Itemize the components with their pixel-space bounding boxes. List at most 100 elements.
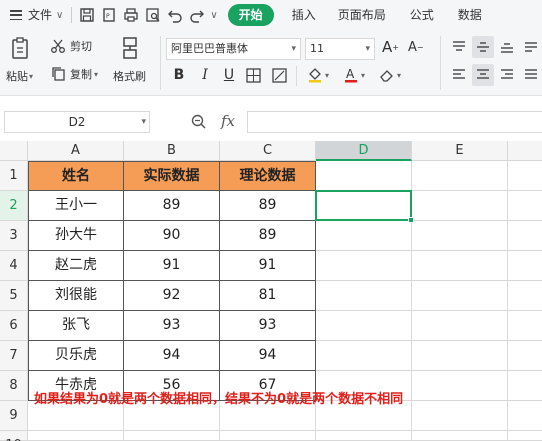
row-header-4[interactable]: 4 bbox=[0, 251, 28, 281]
align-center-icon[interactable] bbox=[472, 64, 494, 86]
underline-icon[interactable]: U bbox=[218, 64, 240, 86]
cell-a3[interactable]: 孙大牛 bbox=[28, 221, 124, 251]
cell-c7[interactable]: 94 bbox=[220, 341, 316, 371]
cell-b7[interactable]: 94 bbox=[124, 341, 220, 371]
column-header-d[interactable]: D bbox=[316, 141, 412, 161]
tab-page-layout[interactable]: 页面布局 bbox=[326, 0, 398, 30]
cell-a6[interactable]: 张飞 bbox=[28, 311, 124, 341]
italic-icon[interactable]: I bbox=[194, 64, 216, 86]
cell-e7[interactable] bbox=[412, 341, 508, 371]
fill-handle[interactable] bbox=[408, 217, 414, 223]
format-painter-button[interactable]: 格式刷 bbox=[113, 68, 146, 84]
cell-b5[interactable]: 92 bbox=[124, 281, 220, 311]
bold-icon[interactable]: B bbox=[168, 64, 190, 86]
row-header-6[interactable]: 6 bbox=[0, 311, 28, 341]
paste-dropdown-icon[interactable]: ▾ bbox=[29, 72, 33, 81]
column-header-f[interactable] bbox=[508, 141, 542, 161]
tab-home[interactable]: 开始 bbox=[227, 4, 274, 26]
cell-f2[interactable] bbox=[508, 191, 542, 221]
cell-d1[interactable] bbox=[316, 161, 412, 191]
align-top-icon[interactable] bbox=[448, 36, 470, 58]
cell-b4[interactable]: 91 bbox=[124, 251, 220, 281]
row-header-1[interactable]: 1 bbox=[0, 161, 28, 191]
zoom-function-icon[interactable] bbox=[190, 113, 208, 134]
cell-b6[interactable]: 93 bbox=[124, 311, 220, 341]
hamburger-menu-icon[interactable] bbox=[10, 10, 22, 20]
cell-f5[interactable] bbox=[508, 281, 542, 311]
copy-dropdown-icon[interactable]: ▾ bbox=[94, 70, 98, 79]
name-box[interactable]: D2 ▾ bbox=[4, 111, 150, 133]
cell-b10[interactable] bbox=[124, 431, 220, 441]
fill-color-dropdown-icon[interactable]: ▾ bbox=[322, 64, 332, 86]
row-header-10[interactable]: 10 bbox=[0, 431, 28, 441]
justify-icon[interactable] bbox=[520, 64, 542, 86]
eraser-dropdown-icon[interactable]: ▾ bbox=[394, 64, 404, 86]
cell-e1[interactable] bbox=[412, 161, 508, 191]
cell-e2[interactable] bbox=[412, 191, 508, 221]
cell-a7[interactable]: 贝乐虎 bbox=[28, 341, 124, 371]
cell-c10[interactable] bbox=[220, 431, 316, 441]
row-header-3[interactable]: 3 bbox=[0, 221, 28, 251]
wrap-text-icon[interactable] bbox=[520, 36, 542, 58]
merge-cells-icon[interactable] bbox=[268, 64, 290, 86]
row-header-2[interactable]: 2 bbox=[0, 191, 28, 221]
cell-c5[interactable]: 81 bbox=[220, 281, 316, 311]
cell-a10[interactable] bbox=[28, 431, 124, 441]
tab-formulas[interactable]: 公式 bbox=[398, 0, 446, 30]
export-pdf-icon[interactable]: P bbox=[98, 4, 120, 26]
cell-f4[interactable] bbox=[508, 251, 542, 281]
font-color-dropdown-icon[interactable]: ▾ bbox=[358, 64, 368, 86]
cell-b1[interactable]: 实际数据 bbox=[124, 161, 220, 191]
font-size-select[interactable]: 11 ▾ bbox=[305, 38, 375, 60]
cell-c3[interactable]: 89 bbox=[220, 221, 316, 251]
cell-c1[interactable]: 理论数据 bbox=[220, 161, 316, 191]
column-header-b[interactable]: B bbox=[124, 141, 220, 161]
redo-icon[interactable] bbox=[186, 4, 208, 26]
cell-f7[interactable] bbox=[508, 341, 542, 371]
cell-c6[interactable]: 93 bbox=[220, 311, 316, 341]
paste-button[interactable]: 粘贴 ▾ bbox=[6, 68, 33, 84]
cell-a1[interactable]: 姓名 bbox=[28, 161, 124, 191]
font-name-select[interactable]: 阿里巴巴普惠体 ▾ bbox=[166, 38, 301, 60]
cut-button[interactable]: 剪切 bbox=[50, 38, 92, 54]
align-right-icon[interactable] bbox=[496, 64, 518, 86]
print-preview-icon[interactable] bbox=[142, 4, 164, 26]
cell-e10[interactable] bbox=[412, 431, 508, 441]
cell-e3[interactable] bbox=[412, 221, 508, 251]
column-header-e[interactable]: E bbox=[412, 141, 508, 161]
cell-d4[interactable] bbox=[316, 251, 412, 281]
decrease-font-size-icon[interactable]: A − bbox=[408, 40, 424, 55]
cell-a5[interactable]: 刘很能 bbox=[28, 281, 124, 311]
cell-c4[interactable]: 91 bbox=[220, 251, 316, 281]
cell-f10[interactable] bbox=[508, 431, 542, 441]
format-painter-icon[interactable] bbox=[118, 36, 142, 62]
cell-e4[interactable] bbox=[412, 251, 508, 281]
cell-f8[interactable] bbox=[508, 371, 542, 401]
increase-font-size-icon[interactable]: A + bbox=[382, 38, 399, 56]
column-header-a[interactable]: A bbox=[28, 141, 124, 161]
row-header-7[interactable]: 7 bbox=[0, 341, 28, 371]
cell-e8[interactable] bbox=[412, 371, 508, 401]
align-left-icon[interactable] bbox=[448, 64, 470, 86]
cell-b2[interactable]: 89 bbox=[124, 191, 220, 221]
cell-e9[interactable] bbox=[412, 401, 508, 431]
quick-access-more-icon[interactable]: ∨ bbox=[210, 10, 217, 21]
insert-function-icon[interactable]: fx bbox=[221, 112, 235, 130]
cell-c2[interactable]: 89 bbox=[220, 191, 316, 221]
cell-d10[interactable] bbox=[316, 431, 412, 441]
cell-d3[interactable] bbox=[316, 221, 412, 251]
row-header-8[interactable]: 8 bbox=[0, 371, 28, 401]
chevron-down-icon[interactable]: ∨ bbox=[56, 10, 63, 21]
cell-a4[interactable]: 赵二虎 bbox=[28, 251, 124, 281]
cell-f3[interactable] bbox=[508, 221, 542, 251]
cell-b3[interactable]: 90 bbox=[124, 221, 220, 251]
cell-d6[interactable] bbox=[316, 311, 412, 341]
column-header-c[interactable]: C bbox=[220, 141, 316, 161]
row-header-9[interactable]: 9 bbox=[0, 401, 28, 431]
tab-insert[interactable]: 插入 bbox=[282, 0, 326, 30]
undo-icon[interactable] bbox=[164, 4, 186, 26]
align-middle-icon[interactable] bbox=[472, 36, 494, 58]
tab-data[interactable]: 数据 bbox=[446, 0, 494, 30]
cell-f1[interactable] bbox=[508, 161, 542, 191]
cell-a2[interactable]: 王小一 bbox=[28, 191, 124, 221]
